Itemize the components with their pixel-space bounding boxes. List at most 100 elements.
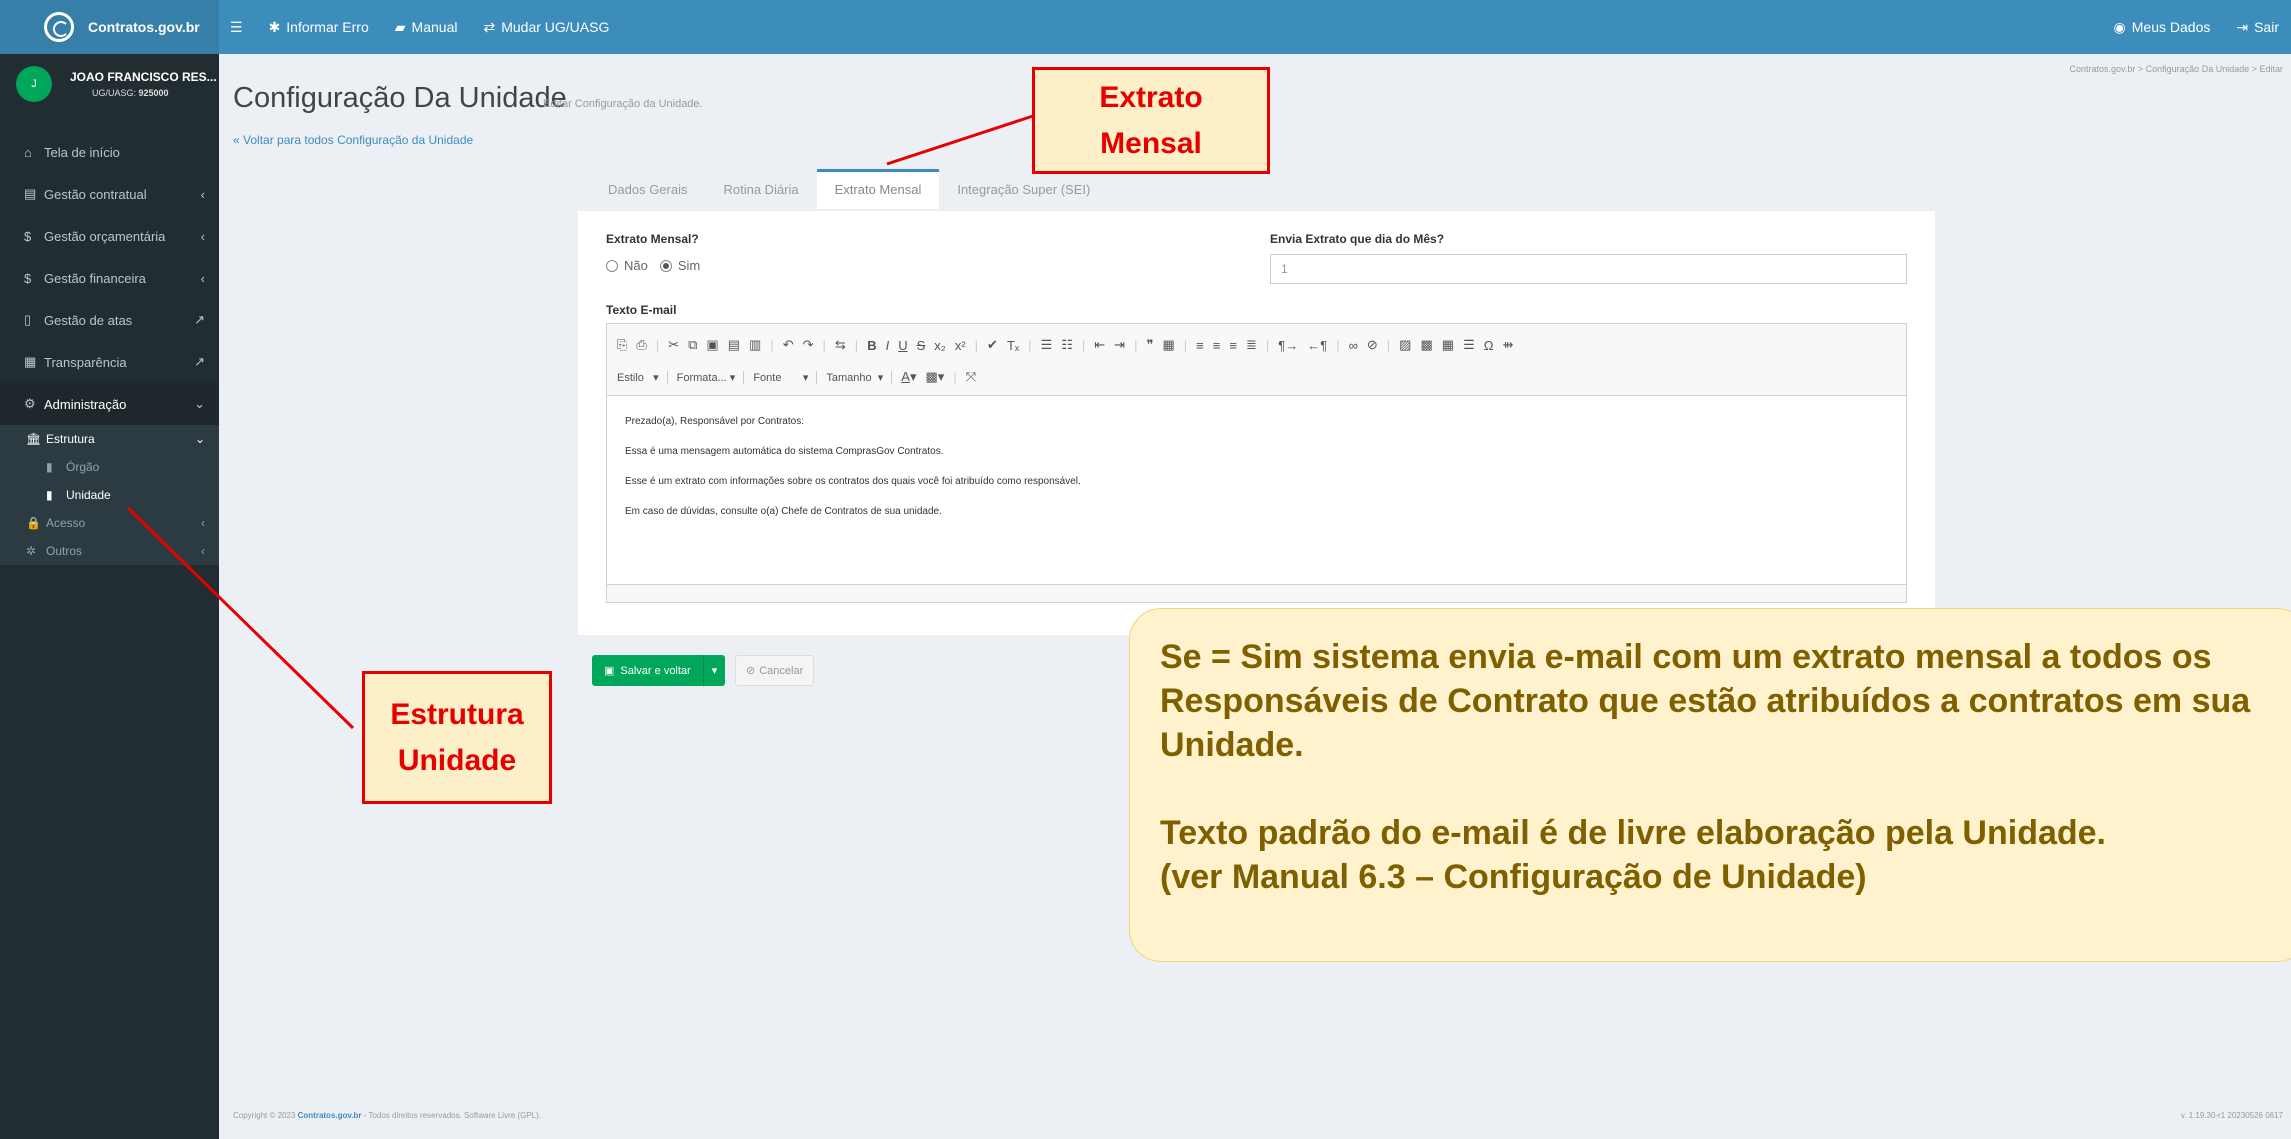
save-options-dropdown[interactable]: ▾ xyxy=(704,664,726,677)
copy-icon[interactable]: ⧉ xyxy=(688,337,697,353)
sidebar-toggle-button[interactable]: ☰ xyxy=(230,19,243,36)
footer-brand-link[interactable]: Contratos.gov.br xyxy=(298,1111,362,1120)
strike-icon[interactable]: S xyxy=(917,338,926,353)
exchange-icon: ⇄ xyxy=(483,18,496,35)
font-combo[interactable]: Fonte ▾ xyxy=(753,370,818,384)
paste-icon[interactable]: ▣ xyxy=(706,337,718,353)
cancel-button[interactable]: ⊘ Cancelar xyxy=(735,655,815,686)
maximize-icon[interactable]: ⤧ xyxy=(966,369,976,385)
sidebar-item-transparencia[interactable]: ▦ Transparência ↗ xyxy=(0,341,219,383)
dia-do-mes-input[interactable]: 1 xyxy=(1270,254,1907,284)
italic-icon[interactable]: I xyxy=(886,338,890,353)
redo-icon[interactable]: ↷ xyxy=(803,337,814,353)
save-label: Salvar e voltar xyxy=(620,664,691,677)
superscript-icon[interactable]: x² xyxy=(955,338,966,353)
paste-word-icon[interactable]: ▥ xyxy=(749,337,761,353)
uasg-value: 925000 xyxy=(138,88,169,98)
blockquote-icon[interactable]: ❞ xyxy=(1146,337,1153,353)
meus-dados-link[interactable]: ◉ Meus Dados xyxy=(2114,19,2211,36)
editor-toolbar: ⎘ ⎙ | ✂ ⧉ ▣ ▤ ▥ | ↶ ↷ | ⇆ | B I U Sx₂ x² | ✔ Tₓ | ☰ ☷ | ⇤ ⇥ |… xyxy=(607,324,1906,396)
logo[interactable]: Contratos.gov.br xyxy=(0,0,219,54)
sidebar-item-tela-inicio[interactable]: ⌂ Tela de início xyxy=(0,131,219,173)
sidebar-item-label: Unidade xyxy=(66,488,111,502)
sign-out-icon: ⇥ xyxy=(2236,18,2249,35)
editor-toolbar-row-2: Estilo ▾ Formata... ▾ Fonte ▾ Tamanho ▾ … xyxy=(617,364,1896,390)
toolbar-separator: | xyxy=(1081,337,1086,353)
bold-icon[interactable]: B xyxy=(867,338,876,353)
form-card: Extrato Mensal? Não Sim Envia Extrato qu… xyxy=(578,211,1935,635)
cut-icon[interactable]: ✂ xyxy=(668,337,679,353)
sidebar-item-estrutura[interactable]: 🏛 Estrutura ⌄ xyxy=(0,425,219,453)
chevron-down-icon: ⌄ xyxy=(194,396,205,411)
numbered-list-icon[interactable]: ☰ xyxy=(1041,337,1053,353)
tab-dados-gerais[interactable]: Dados Gerais xyxy=(590,171,705,209)
sidebar-item-gestao-financeira[interactable]: $ Gestão financeira ‹ xyxy=(0,257,219,299)
outdent-icon[interactable]: ⇤ xyxy=(1094,337,1105,353)
flash-icon[interactable]: ▩ xyxy=(1420,337,1432,353)
size-combo[interactable]: Tamanho ▾ xyxy=(826,370,893,384)
print-icon[interactable]: ⎙ xyxy=(636,337,646,353)
hr-icon[interactable]: ☰ xyxy=(1463,337,1475,353)
special-char-icon[interactable]: Ω xyxy=(1484,338,1494,353)
align-left-icon[interactable]: ≡ xyxy=(1196,338,1204,353)
email-line: Prezado(a), Responsável por Contratos: xyxy=(625,416,804,427)
rtl-icon[interactable]: ←¶ xyxy=(1307,338,1327,353)
save-button[interactable]: ▣ Salvar e voltar xyxy=(592,655,704,686)
sidebar-item-gestao-contratual[interactable]: ▤ Gestão contratual ‹ xyxy=(0,173,219,215)
unlink-icon[interactable]: ⊘ xyxy=(1367,337,1378,353)
sidebar-item-outros[interactable]: ✲ Outros ‹ xyxy=(0,537,219,565)
sidebar-item-administracao[interactable]: ⚙ Administração ⌄ xyxy=(0,383,219,425)
sidebar-item-acesso[interactable]: 🔒 Acesso ‹ xyxy=(0,509,219,537)
informar-erro-link[interactable]: ✱ Informar Erro xyxy=(269,19,369,36)
table-icon[interactable]: ▦ xyxy=(1442,337,1454,353)
manual-link[interactable]: ▰ Manual xyxy=(395,19,458,36)
callout-line: Unidade xyxy=(397,743,517,777)
sidebar-item-label: Gestão contratual xyxy=(44,186,147,202)
back-link[interactable]: « Voltar para todos Configuração da Unid… xyxy=(233,133,473,147)
align-center-icon[interactable]: ≡ xyxy=(1213,338,1221,353)
sidebar-item-unidade[interactable]: ▮ Unidade xyxy=(0,481,219,509)
style-combo[interactable]: Estilo ▾ xyxy=(617,370,668,384)
email-line: Esse é um extrato com informações sobre … xyxy=(625,476,1081,487)
editor-resize-bar[interactable] xyxy=(607,584,1906,602)
sair-link[interactable]: ⇥ Sair xyxy=(2236,19,2279,36)
link-icon[interactable]: ∞ xyxy=(1349,338,1358,353)
editor-content[interactable]: Prezado(a), Responsável por Contratos: E… xyxy=(607,396,1906,556)
align-justify-icon[interactable]: ≣ xyxy=(1246,337,1257,353)
div-icon[interactable]: ▦ xyxy=(1162,337,1174,353)
text-color-icon[interactable]: A▾ xyxy=(901,369,916,385)
align-right-icon[interactable]: ≡ xyxy=(1229,338,1237,353)
image-icon[interactable]: ▨ xyxy=(1399,337,1411,353)
user-name: JOAO FRANCISCO RES... xyxy=(70,70,217,84)
tab-extrato-mensal[interactable]: Extrato Mensal xyxy=(816,169,940,209)
radio-sim[interactable] xyxy=(659,259,672,272)
format-painter-icon[interactable]: ✔ xyxy=(987,337,998,353)
paste-text-icon[interactable]: ▤ xyxy=(728,337,740,353)
source-icon[interactable]: ⎘ xyxy=(617,337,627,353)
indent-icon[interactable]: ⇥ xyxy=(1114,337,1125,353)
bg-color-icon[interactable]: ▩▾ xyxy=(925,369,944,385)
sidebar-item-orgao[interactable]: ▮ Órgão xyxy=(0,453,219,481)
ltr-icon[interactable]: ¶→ xyxy=(1278,338,1298,353)
toolbar-separator: | xyxy=(1265,337,1270,353)
tab-rotina-diaria[interactable]: Rotina Diária xyxy=(705,171,816,209)
sidebar-item-gestao-atas[interactable]: ▯ Gestão de atas ↗ xyxy=(0,299,219,341)
tab-integracao-super[interactable]: Integração Super (SEI) xyxy=(939,171,1108,209)
file-icon: ▯ xyxy=(24,312,32,327)
explanation-line: Texto padrão do e-mail é de livre elabor… xyxy=(1160,814,2106,852)
sidebar-item-label: Gestão de atas xyxy=(44,312,133,328)
sair-label: Sair xyxy=(2254,19,2279,35)
radio-nao[interactable] xyxy=(606,259,618,272)
format-combo[interactable]: Formata... ▾ xyxy=(677,370,745,384)
replace-icon[interactable]: ⇆ xyxy=(835,337,846,353)
logo-icon xyxy=(44,12,74,42)
undo-icon[interactable]: ↶ xyxy=(783,337,794,353)
subscript-icon[interactable]: x₂ xyxy=(934,338,946,353)
sidebar-item-gestao-orcamentaria[interactable]: $ Gestão orçamentária ‹ xyxy=(0,215,219,257)
remove-format-icon[interactable]: Tₓ xyxy=(1007,338,1019,353)
underline-icon[interactable]: U xyxy=(898,338,907,353)
newspaper-icon: ▦ xyxy=(24,354,37,369)
page-break-icon[interactable]: ⇻ xyxy=(1502,337,1513,353)
bulleted-list-icon[interactable]: ☷ xyxy=(1061,337,1073,353)
mudar-uasg-link[interactable]: ⇄ Mudar UG/UASG xyxy=(483,19,609,36)
